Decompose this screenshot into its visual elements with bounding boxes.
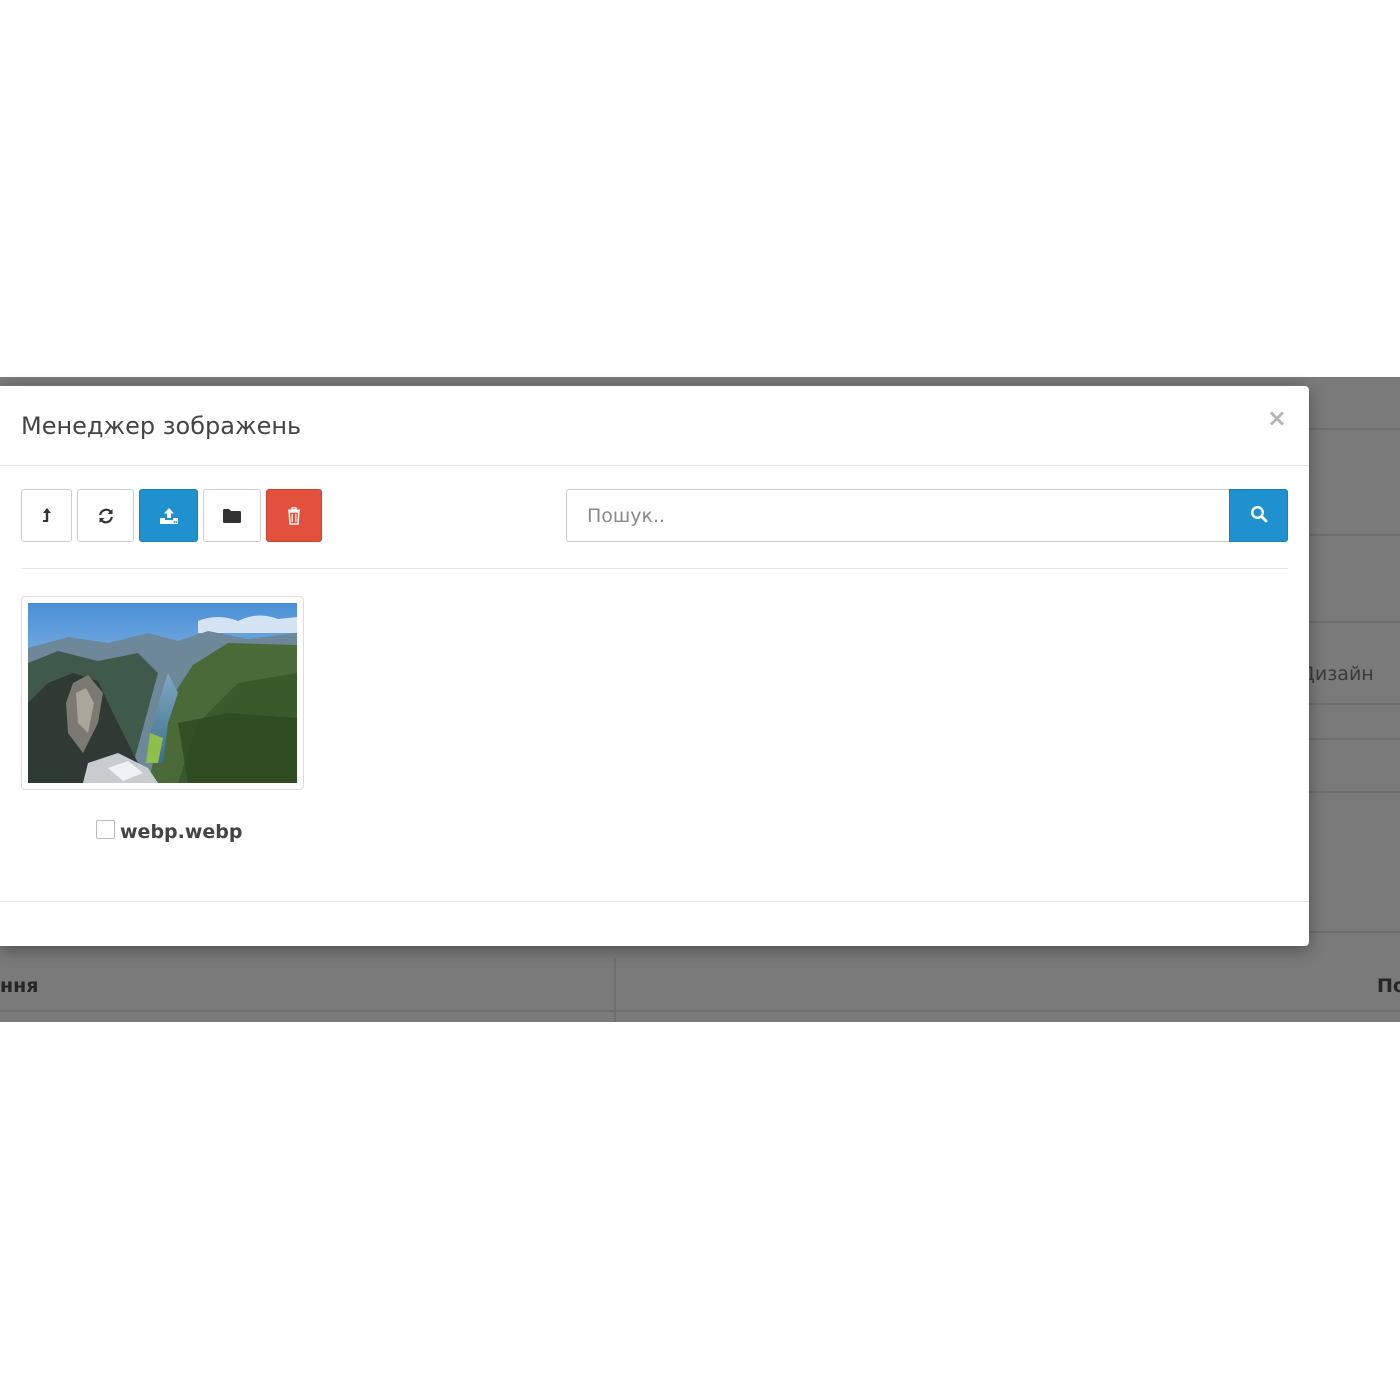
refresh-button[interactable] — [77, 489, 134, 542]
parent-folder-button[interactable] — [21, 489, 72, 542]
toolbar-divider — [21, 568, 1288, 569]
new-folder-button[interactable] — [203, 489, 261, 542]
search-button[interactable] — [1229, 489, 1288, 542]
modal-footer-divider — [0, 901, 1309, 902]
folder-icon — [222, 508, 242, 524]
level-up-icon — [40, 507, 54, 525]
refresh-icon — [97, 507, 115, 525]
trash-icon — [287, 506, 301, 525]
close-button[interactable]: × — [1267, 406, 1287, 430]
file-select-checkbox[interactable] — [96, 819, 115, 839]
bg-design-label: Дизайн — [1300, 663, 1374, 685]
file-item-row: webp.webp — [96, 819, 243, 845]
bg-column-header-left: ння — [0, 975, 39, 997]
upload-button[interactable] — [139, 489, 198, 542]
search-group — [566, 489, 1288, 542]
search-input[interactable] — [566, 489, 1230, 542]
image-thumbnail[interactable] — [21, 596, 304, 790]
file-name-label[interactable]: webp.webp — [120, 821, 243, 843]
bg-column-divider — [614, 958, 616, 1022]
modal-title: Менеджер зображень — [21, 412, 302, 440]
delete-button[interactable] — [266, 489, 322, 542]
modal-header: Менеджер зображень × — [0, 386, 1309, 466]
bg-divider — [0, 1010, 1400, 1012]
mountain-fjord-landscape-image — [28, 603, 297, 783]
bg-column-header-right: По — [1377, 975, 1400, 997]
upload-icon — [159, 507, 179, 525]
search-icon — [1250, 505, 1268, 527]
image-manager-modal: Менеджер зображень × Пошук.. webp.webp — [0, 386, 1309, 946]
